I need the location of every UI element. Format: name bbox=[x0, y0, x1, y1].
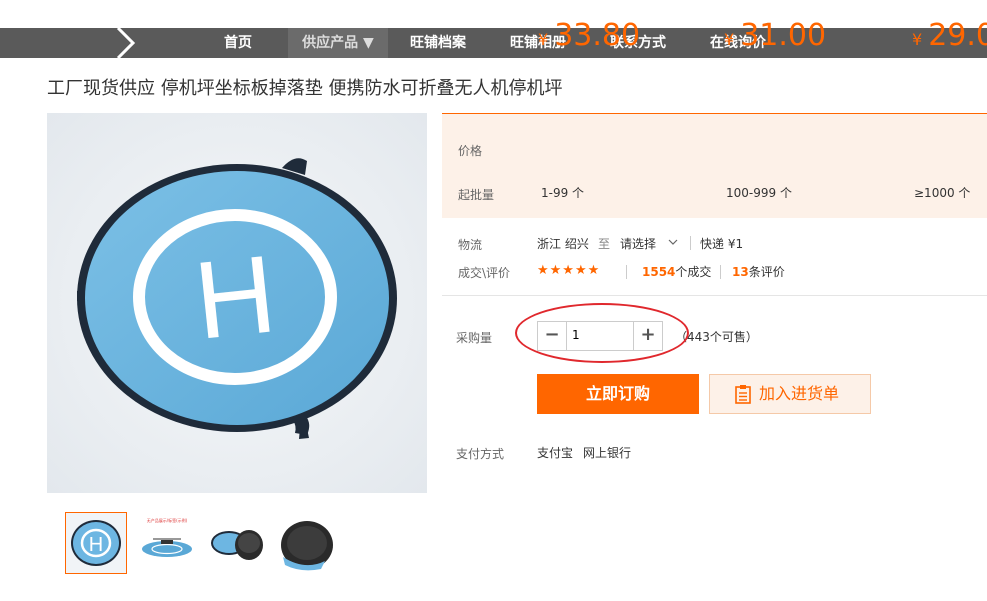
thumb-drone-icon: 无产品展示/标签(示例) bbox=[137, 513, 197, 573]
price-tier-3: ¥29.0 bbox=[912, 18, 987, 53]
divider bbox=[626, 265, 627, 279]
thumb-bag-icon bbox=[275, 513, 335, 573]
divider bbox=[720, 265, 721, 279]
price-panel bbox=[442, 113, 987, 218]
thumb-pad-icon: H bbox=[66, 513, 126, 573]
thumbnail-4[interactable] bbox=[275, 513, 335, 573]
deal-label: 成交\评价 bbox=[458, 266, 511, 280]
thumbnail-3[interactable] bbox=[207, 513, 267, 573]
logistics-label: 物流 bbox=[458, 238, 483, 252]
clipboard-icon bbox=[735, 385, 751, 404]
thumbnail-2[interactable]: 无产品展示/标签(示例) bbox=[137, 513, 197, 573]
quantity-label: 采购量 bbox=[456, 331, 493, 345]
nav-item-home[interactable]: 首页 bbox=[210, 28, 266, 58]
logistics-origin: 浙江 绍兴 bbox=[537, 237, 589, 251]
main-product-image[interactable]: H bbox=[47, 113, 427, 493]
rating-stars: ★★★★★ bbox=[537, 263, 601, 278]
shipping-fee: 快递 ¥1 bbox=[700, 237, 744, 251]
minus-icon[interactable]: − bbox=[538, 322, 567, 350]
price-tier-2: ¥31.00 bbox=[724, 18, 827, 53]
section-divider bbox=[442, 295, 987, 296]
range-tier-2: 100-999 个 bbox=[726, 186, 792, 200]
nav-item-profile[interactable]: 旺铺档案 bbox=[398, 28, 478, 58]
divider bbox=[690, 236, 691, 250]
svg-text:H: H bbox=[89, 534, 103, 556]
chevron-down-icon[interactable] bbox=[668, 238, 678, 246]
plus-icon[interactable]: + bbox=[633, 322, 662, 350]
chevron-right-icon bbox=[116, 28, 136, 58]
range-tier-1: 1-99 个 bbox=[541, 186, 585, 200]
buy-now-button[interactable]: 立即订购 bbox=[537, 374, 699, 414]
nav-item-products[interactable]: 供应产品 ▼ bbox=[288, 28, 388, 58]
thumbnail-1[interactable]: H bbox=[65, 512, 127, 574]
destination-select[interactable]: 请选择 bbox=[620, 235, 656, 252]
thumb-folded-icon bbox=[207, 513, 267, 573]
payment-netbank: 网上银行 bbox=[583, 446, 632, 460]
landing-pad-image: H bbox=[47, 113, 427, 493]
image-h-letter: H bbox=[189, 232, 281, 363]
quantity-stepper: − + bbox=[537, 321, 663, 351]
top-nav-bar: 首页 供应产品 ▼ 旺铺档案 旺铺相册 联系方式 在线询价 bbox=[0, 28, 987, 58]
price-tier-1: ¥33.80 bbox=[538, 18, 641, 53]
available-stock: （443个可售） bbox=[675, 330, 758, 344]
review-count[interactable]: 13条评价 bbox=[732, 263, 785, 280]
product-title: 工厂现货供应 停机坪坐标板掉落垫 便携防水可折叠无人机停机坪 bbox=[47, 78, 563, 99]
add-to-cart-label: 加入进货单 bbox=[759, 384, 840, 403]
quantity-input[interactable] bbox=[568, 326, 638, 344]
payment-alipay: 支付宝 bbox=[537, 446, 574, 460]
deal-count[interactable]: 1554个成交 bbox=[642, 263, 711, 280]
payment-label: 支付方式 bbox=[456, 447, 505, 461]
price-label: 价格 bbox=[458, 144, 483, 158]
svg-text:无产品展示/标签(示例): 无产品展示/标签(示例) bbox=[147, 517, 188, 523]
add-to-cart-button[interactable]: 加入进货单 bbox=[709, 374, 871, 414]
range-tier-3: ≥1000 个 bbox=[914, 186, 971, 200]
moq-label: 起批量 bbox=[458, 188, 495, 202]
logistics-to: 至 bbox=[598, 237, 611, 251]
